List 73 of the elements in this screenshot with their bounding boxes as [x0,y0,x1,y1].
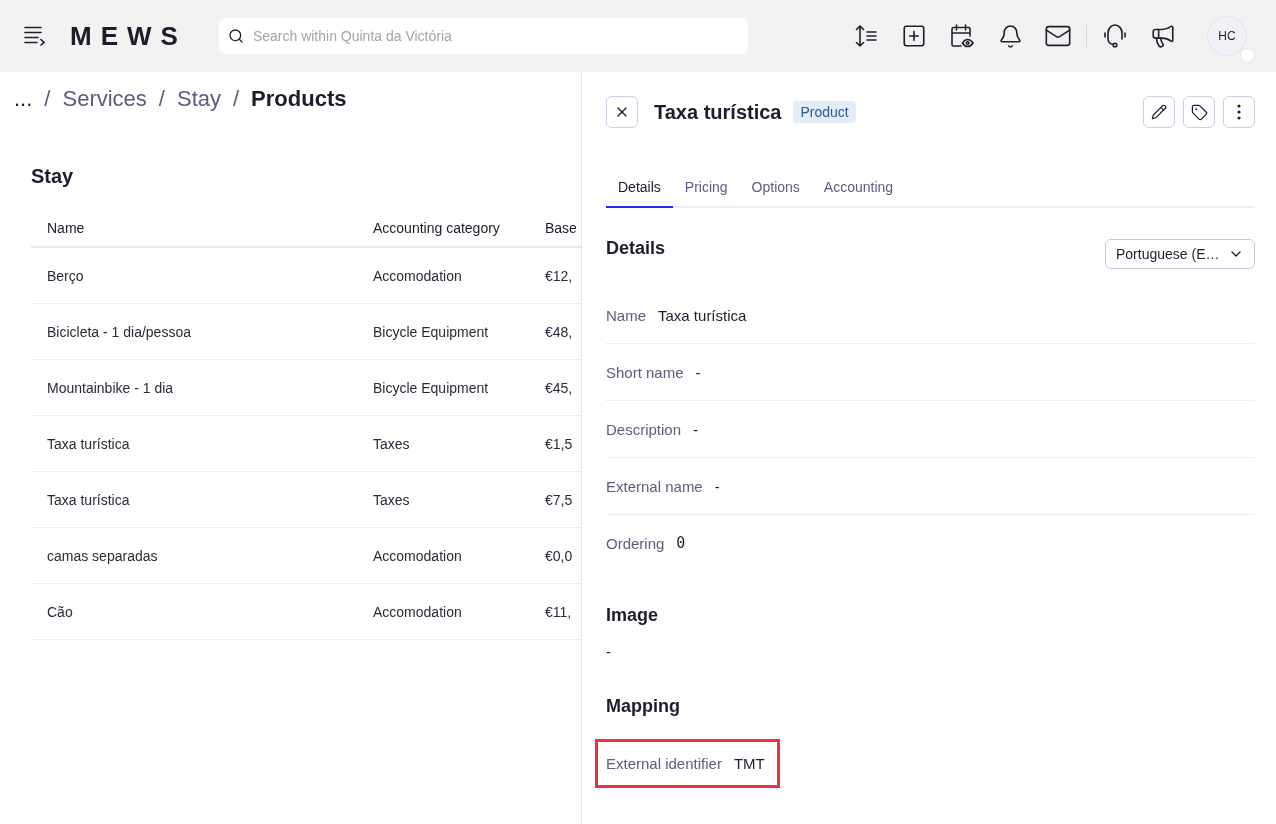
breadcrumb-separator: / [233,85,240,113]
line-spacing-icon[interactable] [855,25,877,47]
field-label: Name [606,306,646,324]
table-cell-text: Mountainbike - 1 dia [46,379,174,396]
table-cell-text: camas separadas [46,547,158,564]
tag-icon [1190,103,1208,121]
table-cell-text: Taxa turística [46,491,130,508]
bell-icon[interactable] [997,23,1023,49]
table-cell-text: Bicycle Equipment [372,379,489,396]
field-value: Taxa turística [658,306,747,324]
plus-square-icon[interactable] [901,23,927,49]
table-cell-text: €48, [544,323,573,340]
column-header[interactable]: Name [31,220,85,236]
more-icon [1237,104,1241,120]
field-value: - [606,642,611,662]
table-cell-text: Accomodation [372,547,462,564]
table-cell-text: €12, [544,267,573,284]
table-cell-text: Bicycle Equipment [372,323,489,340]
table-cell-text: Cão [46,603,73,620]
tab[interactable]: Options [739,168,812,208]
status-dot-icon [1240,48,1255,63]
calendar-eye-icon[interactable] [950,24,974,48]
tag-button[interactable] [1183,96,1215,128]
breadcrumb-overflow[interactable]: ... [14,84,33,114]
breadcrumb-separator: / [158,85,165,113]
panel-title: Taxa turística [654,100,782,124]
table-cell-text: Taxes [372,435,410,452]
close-button[interactable] [606,96,638,128]
table-cell-text: €0,0 [544,547,573,564]
megaphone-icon[interactable] [1150,23,1176,49]
table-cell-text: Bicicleta - 1 dia/pessoa [46,323,191,340]
section-heading: Image [606,604,659,627]
section-heading: Mapping [606,695,680,718]
section-title: Stay [31,164,74,188]
tab[interactable]: Accounting [811,168,906,208]
table-cell-text: €45, [544,379,573,396]
field-value: 0 [676,534,686,552]
edit-button[interactable] [1143,96,1175,128]
table-cell-text: Taxa turística [46,435,130,452]
table-cell-text: Accomodation [372,603,462,620]
field-label: Short name [606,363,684,381]
field-value: - [693,420,699,438]
tab[interactable]: Pricing [672,168,740,208]
avatar-button[interactable]: HC [1207,16,1247,56]
headset-icon[interactable] [1104,24,1126,48]
pencil-icon [1151,104,1167,120]
logo[interactable]: MEWS [70,21,187,51]
table-cell-text: €11, [544,603,572,620]
type-badge: Product [793,101,856,123]
field-value: TMT [733,755,765,772]
field-value: - [714,477,720,495]
tab[interactable]: Details [606,168,673,208]
field-label: Ordering [606,534,665,552]
menu-icon[interactable] [24,26,46,46]
breadcrumb-link[interactable]: Services [62,84,147,114]
search-field[interactable]: Search within Quinta da Victória [218,18,748,54]
language-dropdown[interactable]: Portuguese (E… [1105,239,1255,269]
column-header[interactable]: Accounting category [357,220,500,236]
section-heading: Details [606,237,666,260]
table-cell-text: Taxes [372,491,410,508]
field-label: Description [606,420,682,438]
column-header[interactable]: Base [529,220,577,236]
table-cell-text: €1,5 [544,435,573,452]
table-cell-text: Accomodation [372,267,462,284]
table-cell-text: €7,5 [544,491,573,508]
breadcrumb-current: Products [251,85,347,113]
field-value: - [695,363,701,381]
breadcrumb-link[interactable]: Stay [176,84,221,114]
table-cell-text: Berço [46,267,84,284]
breadcrumb-separator: / [44,85,51,113]
field-label: External identifier [606,755,722,772]
field-label: External name [606,477,703,495]
search-icon [227,28,244,44]
